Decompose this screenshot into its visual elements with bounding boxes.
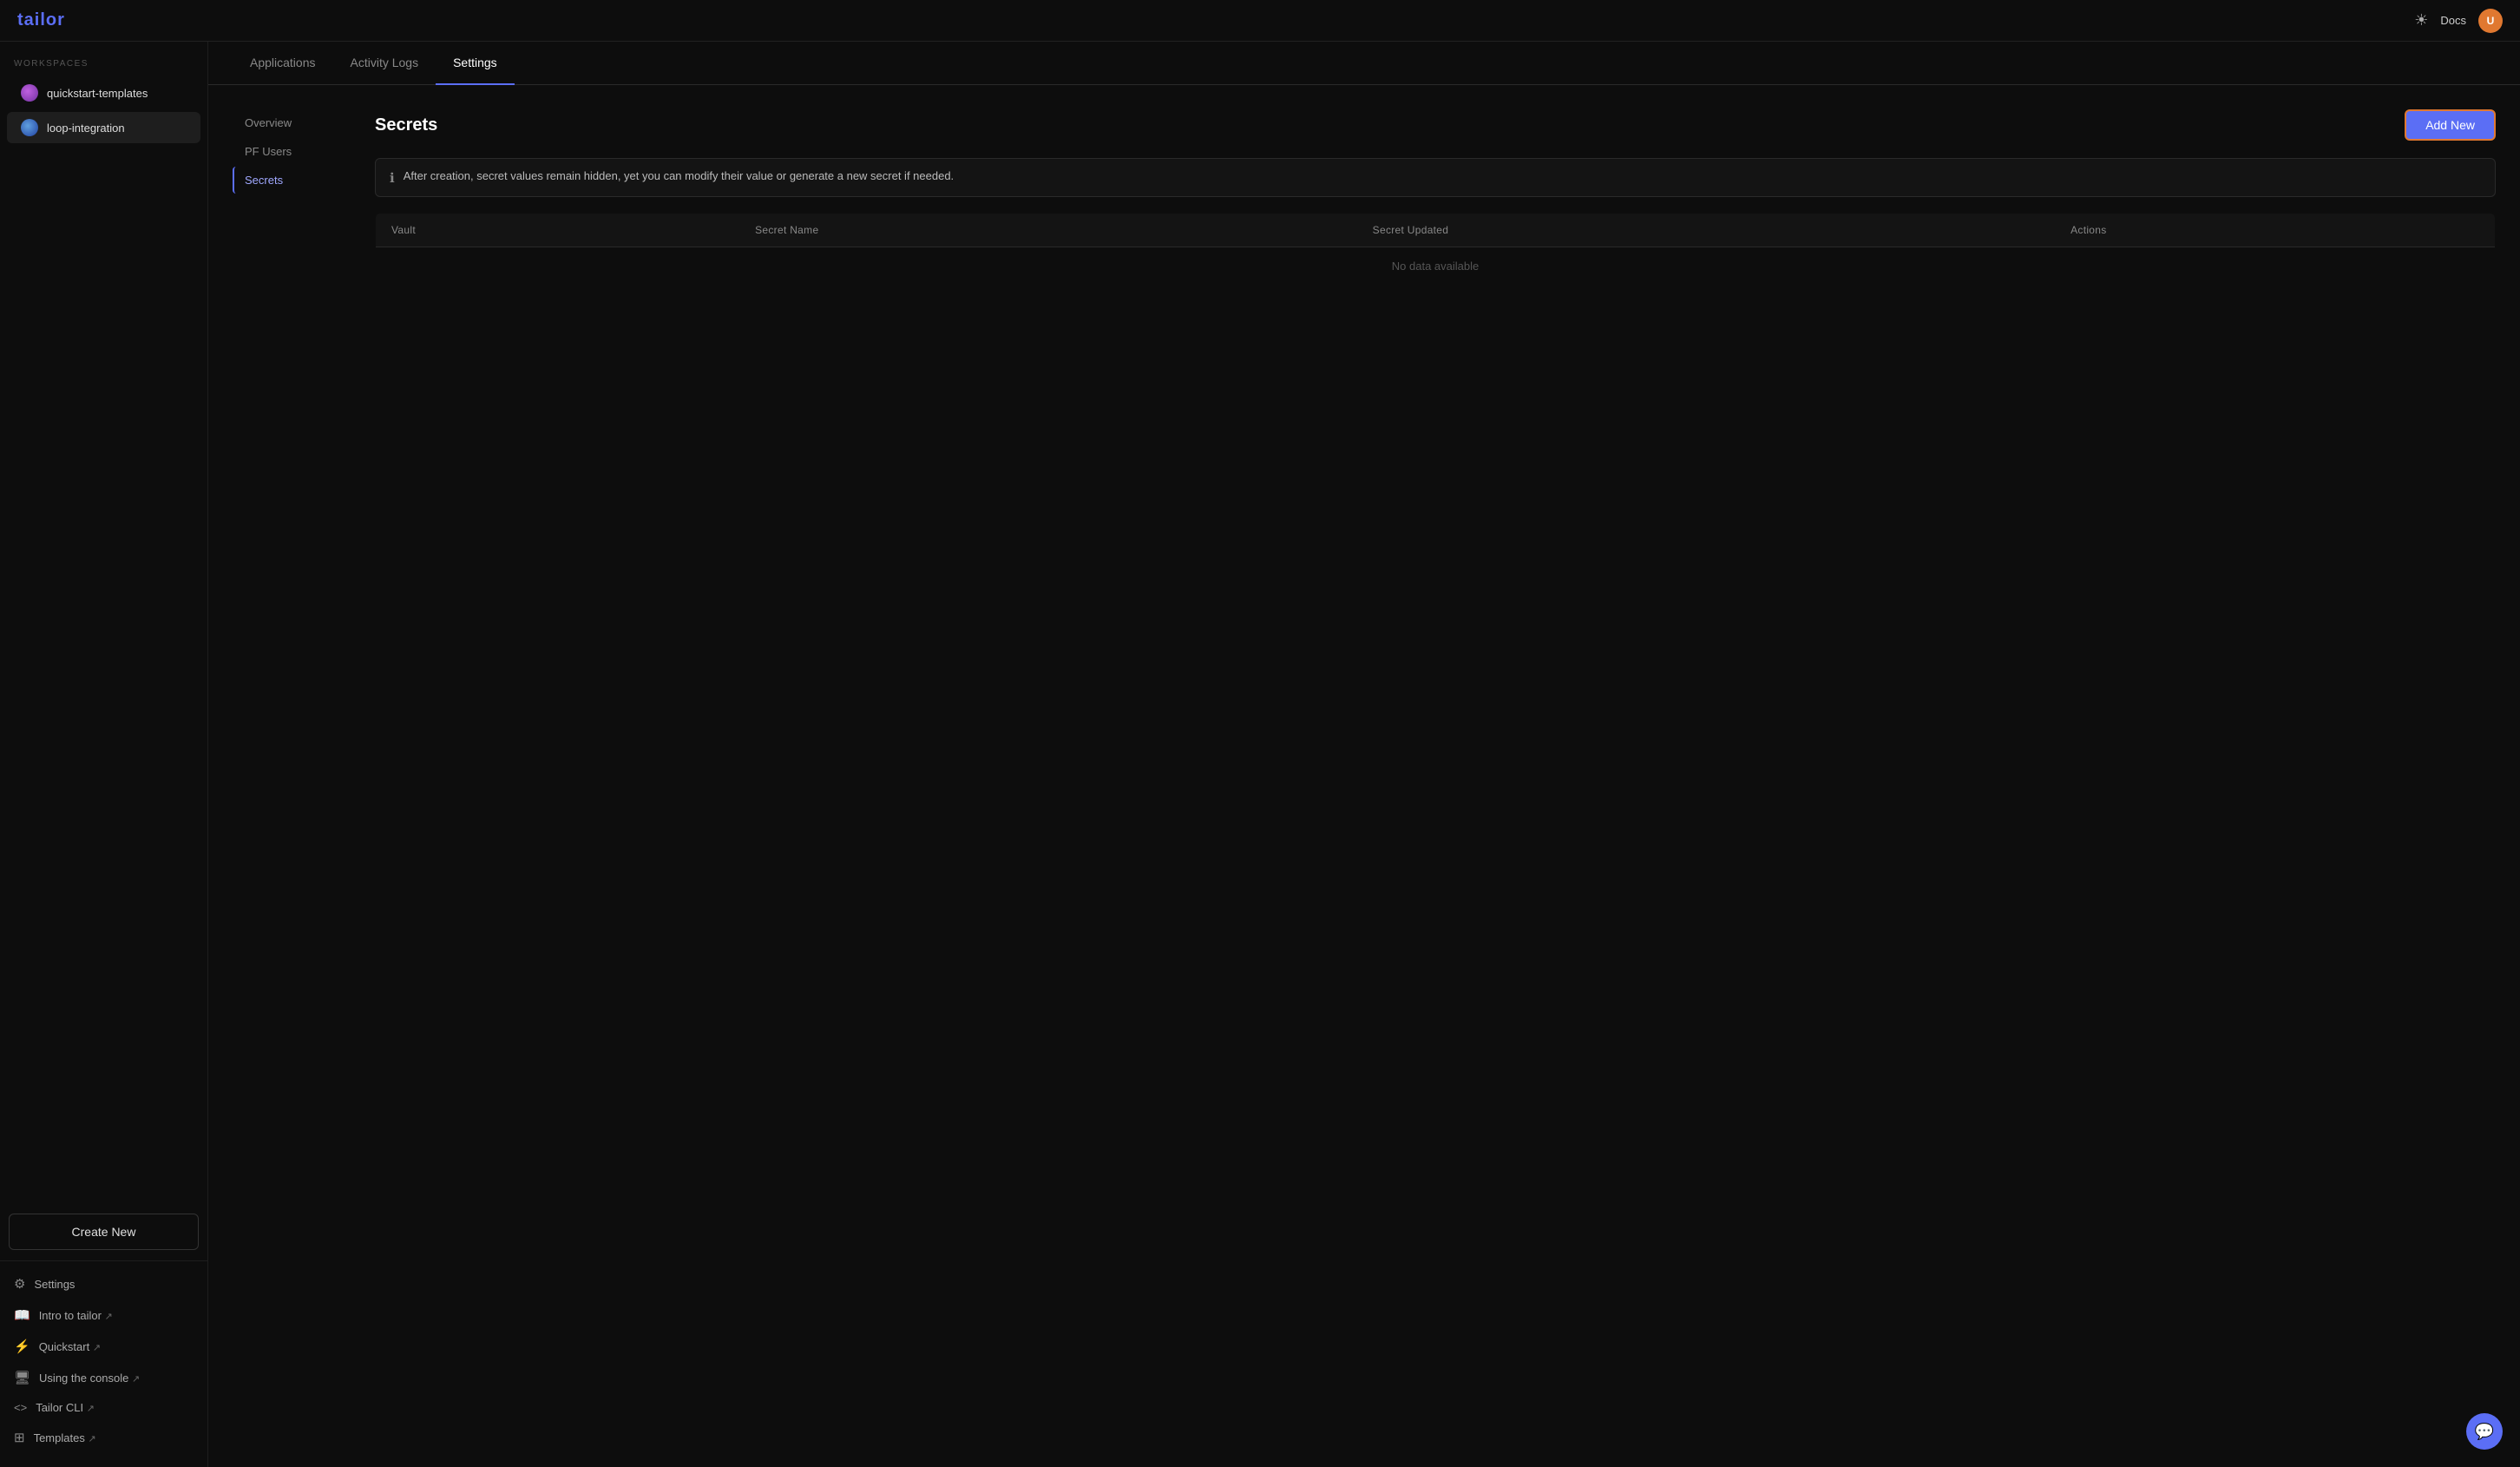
add-new-button[interactable]: Add New [2405, 109, 2496, 141]
no-data-cell: No data available [376, 247, 2496, 286]
app-logo: tailor [17, 10, 65, 30]
col-actions: Actions [2055, 214, 2495, 247]
col-secret-name: Secret Name [739, 214, 1357, 247]
table-header-row: Vault Secret Name Secret Updated Actions [376, 214, 2496, 247]
no-data-row: No data available [376, 247, 2496, 286]
tabs: Applications Activity Logs Settings [208, 42, 2520, 85]
main-panel: Secrets Add New ℹ After creation, secret… [375, 109, 2496, 1443]
workspace-item-loop-integration[interactable]: loop-integration [7, 112, 200, 143]
sidebar: WORKSPACES quickstart-templates loop-int… [0, 42, 208, 1467]
panel-header: Secrets Add New [375, 109, 2496, 141]
sidebar-item-settings-label: Settings [34, 1278, 75, 1291]
sidebar-bottom: ⚙ Settings 📖 Intro to tailor ↗ ⚡ Quickst… [0, 1260, 207, 1467]
panel-title: Secrets [375, 115, 437, 135]
tab-settings[interactable]: Settings [436, 42, 515, 85]
info-icon: ℹ [390, 170, 395, 186]
quickstart-icon: ⚡ [14, 1339, 30, 1354]
avatar[interactable]: U [2478, 9, 2503, 33]
topbar-right: ☀ Docs U [2414, 9, 2503, 33]
workspace-label-active: loop-integration [47, 122, 125, 135]
create-new-button[interactable]: Create New [9, 1214, 199, 1250]
workspace-item-quickstart-templates[interactable]: quickstart-templates [7, 77, 200, 109]
theme-toggle-icon[interactable]: ☀ [2414, 11, 2428, 30]
docs-link[interactable]: Docs [2440, 14, 2466, 27]
sub-nav-secrets[interactable]: Secrets [233, 167, 354, 194]
chat-icon: 💬 [2475, 1423, 2494, 1441]
sidebar-item-using-the-console[interactable]: 🖥 Using the console ↗ [0, 1362, 207, 1393]
console-icon: 🖥 [14, 1370, 30, 1385]
sidebar-item-intro-to-tailor[interactable]: 📖 Intro to tailor ↗ [0, 1299, 207, 1331]
sidebar-item-settings[interactable]: ⚙ Settings [0, 1268, 207, 1299]
sidebar-item-intro-label: Intro to tailor ↗ [39, 1309, 113, 1322]
main-layout: WORKSPACES quickstart-templates loop-int… [0, 42, 2520, 1467]
info-text: After creation, secret values remain hid… [404, 169, 954, 182]
secrets-table: Vault Secret Name Secret Updated Actions… [375, 213, 2496, 286]
sidebar-item-quickstart[interactable]: ⚡ Quickstart ↗ [0, 1331, 207, 1362]
info-banner: ℹ After creation, secret values remain h… [375, 158, 2496, 197]
chat-bubble[interactable]: 💬 [2466, 1413, 2503, 1450]
sub-nav: Overview PF Users Secrets [233, 109, 354, 1443]
sub-nav-pf-users[interactable]: PF Users [233, 138, 354, 165]
workspaces-label: WORKSPACES [0, 42, 207, 76]
sidebar-item-templates-label: Templates ↗ [34, 1431, 96, 1444]
tab-activity-logs[interactable]: Activity Logs [333, 42, 436, 85]
sidebar-item-templates[interactable]: ⊞ Templates ↗ [0, 1422, 207, 1453]
content-inner: Overview PF Users Secrets Secrets Add Ne… [208, 85, 2520, 1467]
topbar: tailor ☀ Docs U [0, 0, 2520, 42]
sidebar-item-tailor-cli[interactable]: <> Tailor CLI ↗ [0, 1393, 207, 1422]
cli-icon: <> [14, 1401, 27, 1414]
tab-applications[interactable]: Applications [233, 42, 333, 85]
col-vault: Vault [376, 214, 740, 247]
workspace-icon-quickstart [21, 84, 38, 102]
workspace-label: quickstart-templates [47, 87, 148, 100]
settings-icon: ⚙ [14, 1276, 25, 1292]
sidebar-item-cli-label: Tailor CLI ↗ [36, 1401, 95, 1414]
content-area: Applications Activity Logs Settings Over… [208, 42, 2520, 1467]
templates-icon: ⊞ [14, 1430, 25, 1445]
sidebar-item-console-label: Using the console ↗ [39, 1372, 140, 1385]
workspace-icon-loop [21, 119, 38, 136]
col-secret-updated: Secret Updated [1357, 214, 2055, 247]
book-icon: 📖 [14, 1307, 30, 1323]
sidebar-item-quickstart-label: Quickstart ↗ [39, 1340, 101, 1353]
sub-nav-overview[interactable]: Overview [233, 109, 354, 136]
